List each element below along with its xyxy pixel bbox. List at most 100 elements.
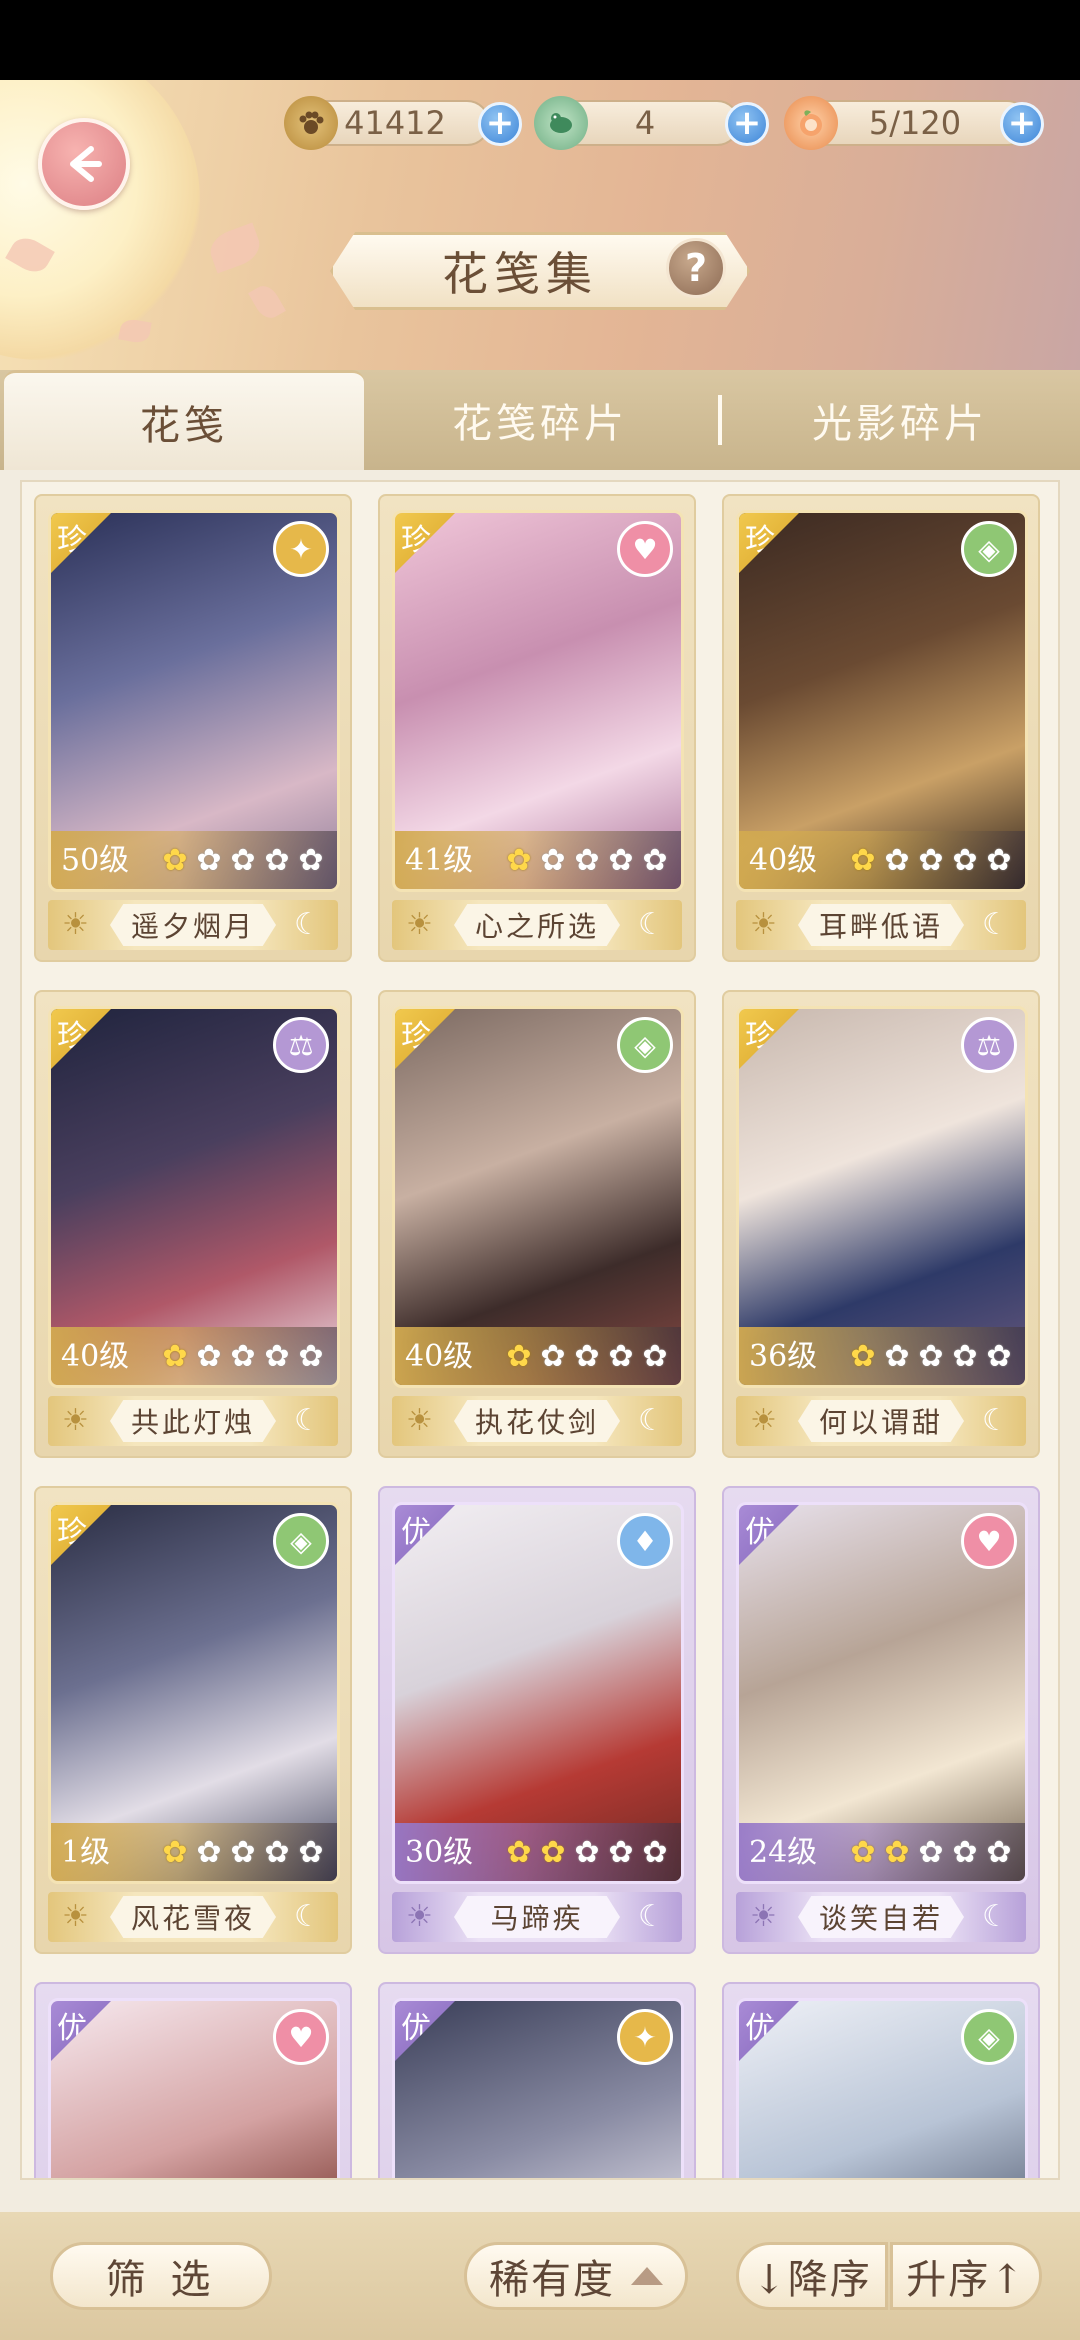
diamond-icon: ◈ [961,2009,1017,2065]
star-rating: ✿ ✿ ✿ ✿ ✿ [159,1341,327,1373]
moon-icon: ☾ [982,1899,1009,1934]
collection-card[interactable]: 珍 ♥ 41级 ✿ ✿ ✿ ✿ ✿ ☀ 心之所选 ☾ [378,494,696,962]
card-name: 马蹄疾 [454,1896,620,1938]
flower-star-icon: ✿ [506,1339,532,1374]
filter-button[interactable]: 筛 选 [50,2242,272,2310]
moon-icon: ☾ [638,907,665,942]
collection-card[interactable]: 珍 ◈ 1级 ✿ ✿ ✿ ✿ ✿ ☀ 风花雪夜 ☾ [34,1486,352,1954]
bird-icon: ✦ [617,2009,673,2065]
heart-icon: ♥ [617,521,673,577]
flower-star-icon: ✿ [918,1835,944,1870]
card-name-bar: ☀ 何以谓甜 ☾ [736,1396,1026,1446]
sort-ascending-button[interactable]: 升序↑ [890,2242,1042,2310]
sort-descending-label: ↓降序 [752,2257,872,2303]
flower-star-icon: ✿ [952,843,978,878]
moon-icon: ☾ [638,1403,665,1438]
flower-star-icon: ✿ [642,1339,668,1374]
flower-star-icon: ✿ [196,843,222,878]
petal-decoration [205,222,265,274]
card-name-bar: ☀ 风花雪夜 ☾ [48,1892,338,1942]
add-jade-button[interactable]: + [725,102,769,146]
flower-star-icon: ✿ [986,843,1012,878]
collection-card[interactable]: 珍 ⚖ 40级 ✿ ✿ ✿ ✿ ✿ ☀ 共此灯烛 ☾ [34,990,352,1458]
collection-card[interactable]: 优 ◈ [722,1982,1040,2178]
sun-icon: ☀ [62,1899,89,1934]
resource-stamina-value: 5/120 [868,104,962,142]
card-name-bar: ☀ 耳畔低语 ☾ [736,900,1026,950]
card-level: 40级 [61,1339,130,1374]
card-level: 30级 [405,1835,474,1870]
card-artwork: 珍 ✦ 50级 ✿ ✿ ✿ ✿ ✿ [48,510,340,892]
card-name-bar: ☀ 谈笑自若 ☾ [736,1892,1026,1942]
collection-card[interactable]: 珍 ✦ 50级 ✿ ✿ ✿ ✿ ✿ ☀ 遥夕烟月 ☾ [34,494,352,962]
card-name: 心之所选 [454,904,620,946]
collection-card[interactable]: 珍 ◈ 40级 ✿ ✿ ✿ ✿ ✿ ☀ 耳畔低语 ☾ [722,494,1040,962]
tab-light-fragments[interactable]: 光影碎片 [740,370,1060,470]
moon-icon: ☾ [294,1403,321,1438]
page-title: 花笺集 [442,247,598,301]
card-name: 耳畔低语 [798,904,964,946]
collection-card[interactable]: 珍 ⚖ 36级 ✿ ✿ ✿ ✿ ✿ ☀ 何以谓甜 ☾ [722,990,1040,1458]
flower-star-icon: ✿ [162,1835,188,1870]
sun-icon: ☀ [62,907,89,942]
flower-star-icon: ✿ [608,843,634,878]
sun-icon: ☀ [750,1403,777,1438]
star-rating: ✿ ✿ ✿ ✿ ✿ [503,1341,671,1373]
back-button[interactable] [38,118,130,210]
card-artwork: 珍 ♥ 41级 ✿ ✿ ✿ ✿ ✿ [392,510,684,892]
add-coins-button[interactable]: + [478,102,522,146]
flower-star-icon: ✿ [574,1835,600,1870]
tab-huajian[interactable]: 花笺 [4,370,364,470]
rarity-badge: 优 [739,2001,799,2061]
card-name: 共此灯烛 [110,1400,276,1442]
scale-icon: ⚖ [273,1017,329,1073]
card-name-bar: ☀ 执花仗剑 ☾ [392,1396,682,1446]
rarity-badge: 珍 [51,1009,111,1069]
star-rating: ✿ ✿ ✿ ✿ ✿ [159,845,327,877]
moon-icon: ☾ [294,907,321,942]
rarity-badge: 珍 [739,513,799,573]
rarity-badge: 珍 [395,513,455,573]
flower-star-icon: ✿ [162,843,188,878]
card-level: 40级 [749,843,818,878]
rarity-badge: 珍 [51,1505,111,1565]
collection-card[interactable]: 优 ✦ [378,1982,696,2178]
heart-icon: ♥ [961,1513,1017,1569]
flower-star-icon: ✿ [986,1835,1012,1870]
card-grid[interactable]: 珍 ✦ 50级 ✿ ✿ ✿ ✿ ✿ ☀ 遥夕烟月 ☾ 珍 ♥ 41级 ✿ ✿ ✿ ✿ ✿ ☀ 心之所选 ☾ 珍 ◈ 40级 ✿ ✿ ✿… [20,480,1060,2180]
flower-star-icon: ✿ [642,1835,668,1870]
sort-ascending-label: 升序↑ [906,2257,1026,2303]
star-rating: ✿ ✿ ✿ ✿ ✿ [503,845,671,877]
status-bar [0,0,1080,80]
card-name: 何以谓甜 [798,1400,964,1442]
moon-icon: ☾ [294,1899,321,1934]
collection-card[interactable]: 优 ♦ 30级 ✿ ✿ ✿ ✿ ✿ ☀ 马蹄疾 ☾ [378,1486,696,1954]
collection-card[interactable]: 优 ♥ [34,1982,352,2178]
resource-jade-value: 4 [634,104,656,142]
sort-by-rarity-dropdown[interactable]: 稀有度 [464,2242,688,2310]
flower-star-icon: ✿ [850,1339,876,1374]
rarity-badge: 珍 [51,513,111,573]
card-name-bar: ☀ 共此灯烛 ☾ [48,1396,338,1446]
flower-star-icon: ✿ [540,1339,566,1374]
card-name: 风花雪夜 [110,1896,276,1938]
collection-card[interactable]: 优 ♥ 24级 ✿ ✿ ✿ ✿ ✿ ☀ 谈笑自若 ☾ [722,1486,1040,1954]
collection-card[interactable]: 珍 ◈ 40级 ✿ ✿ ✿ ✿ ✿ ☀ 执花仗剑 ☾ [378,990,696,1458]
card-level: 1级 [61,1835,111,1870]
card-artwork: 优 ♥ [48,1998,340,2178]
add-stamina-button[interactable]: + [1000,102,1044,146]
petal-decoration [248,281,286,323]
tab-label: 花笺 [140,402,228,449]
petal-decoration [118,317,152,345]
flame-icon: ♦ [617,1513,673,1569]
flower-star-icon: ✿ [918,843,944,878]
rarity-badge: 优 [739,1505,799,1565]
card-artwork: 珍 ⚖ 40级 ✿ ✿ ✿ ✿ ✿ [48,1006,340,1388]
moon-icon: ☾ [638,1899,665,1934]
jade-bird-icon [534,96,588,150]
card-name-bar: ☀ 心之所选 ☾ [392,900,682,950]
sort-descending-button[interactable]: ↓降序 [736,2242,888,2310]
sun-icon: ☀ [750,907,777,942]
help-button[interactable]: ? [666,238,726,298]
tab-huajian-fragments[interactable]: 花笺碎片 [380,370,700,470]
